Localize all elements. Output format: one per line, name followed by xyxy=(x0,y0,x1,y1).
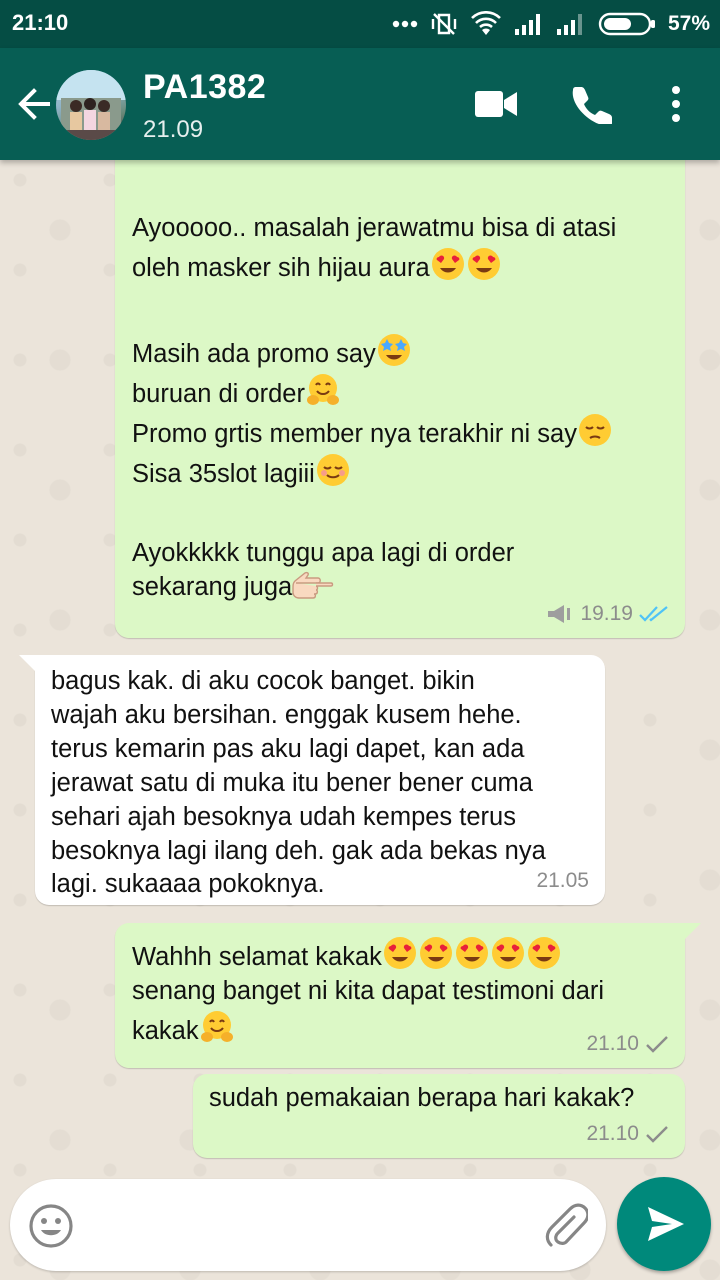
message-time: 21.10 xyxy=(586,1032,639,1056)
heart-eyes-emoji-icon xyxy=(431,247,464,280)
message-line: sehari ajah besoknya udah kempes terus xyxy=(51,802,516,831)
message-line: sudah pemakaian berapa hari kakak? xyxy=(209,1084,635,1112)
pointing-right-emoji-icon xyxy=(292,572,334,600)
relieved-emoji-icon xyxy=(316,453,349,486)
message-meta: 21.10 xyxy=(586,1030,669,1058)
message-meta: 19.19 xyxy=(546,600,669,628)
heart-eyes-emoji-icon xyxy=(491,937,524,969)
message-bubble-outgoing[interactable]: Ayooooo.. masalah jerawatmu bisa di atas… xyxy=(115,150,685,638)
arrow-back-icon[interactable] xyxy=(14,84,54,124)
message-line: Ayokkkkk tunggu apa lagi di order xyxy=(132,539,515,568)
broadcast-icon xyxy=(548,605,571,624)
message-time: 19.19 xyxy=(580,602,633,626)
message-line-text: kakak xyxy=(132,1016,199,1045)
video-call-icon[interactable] xyxy=(474,88,518,120)
bubble-tail xyxy=(19,655,37,673)
hugging-emoji-icon xyxy=(200,1010,233,1042)
message-line-text: Wahhh selamat kakak xyxy=(132,943,382,971)
message-line: terus kemarin pas aku lagi dapet, kan ad… xyxy=(51,734,525,763)
message-line-text: sekarang juga xyxy=(132,573,293,602)
signal-icon xyxy=(514,14,540,35)
star-struck-emoji-icon xyxy=(377,333,410,366)
message-line: jerawat satu di muka itu bener bener cum… xyxy=(51,768,533,797)
message-meta: 21.10 xyxy=(586,1120,669,1148)
message-line-with-emoji: Promo grtis member nya terakhir ni say xyxy=(132,412,616,452)
message-input[interactable] xyxy=(10,1179,606,1271)
message-text: bagus kak. di aku cocok banget. bikin wa… xyxy=(51,665,546,902)
heart-eyes-emoji-icon xyxy=(383,937,416,969)
status-icons: 57% xyxy=(392,10,710,38)
message-bubble-outgoing[interactable]: sudah pemakaian berapa hari kakak? 21.10 xyxy=(193,1074,685,1158)
message-line-text: Masih ada promo say xyxy=(132,339,376,368)
status-time: 21:10 xyxy=(12,10,69,35)
signal-icon-2 xyxy=(556,14,582,35)
message-line: bagus kak. di aku cocok banget. bikin xyxy=(51,667,475,695)
message-line-text: buruan di order xyxy=(132,379,305,408)
message-line-with-emoji: kakak xyxy=(132,1009,604,1049)
single-check-icon xyxy=(646,1126,668,1143)
message-line: wajah aku bersihan. enggak kusem hehe. xyxy=(51,700,522,729)
message-line-with-emoji: Wahhh selamat kakak xyxy=(132,935,604,975)
bubble-tail xyxy=(683,923,701,941)
more-notifications-icon xyxy=(392,20,418,28)
hugging-emoji-icon xyxy=(306,373,339,405)
more-vert-icon[interactable] xyxy=(664,84,688,124)
message-line-text: Promo grtis member nya terakhir ni say xyxy=(132,419,577,448)
message-line: besoknya lagi ilang deh. gak ada bekas n… xyxy=(51,836,546,865)
vibrate-off-icon xyxy=(431,13,457,35)
message-line-with-emoji: oleh masker sih hijau aura xyxy=(132,246,616,286)
avatar[interactable] xyxy=(56,70,126,140)
message-bubble-incoming[interactable]: bagus kak. di aku cocok banget. bikin wa… xyxy=(19,655,605,905)
message-line-with-emoji: Sisa 35slot lagiii xyxy=(132,452,616,492)
message-time: 21.10 xyxy=(586,1122,639,1146)
message-line-with-emoji: buruan di order xyxy=(132,372,616,412)
chat-header: PA1382 21.09 xyxy=(0,48,720,160)
contact-name[interactable]: PA1382 xyxy=(143,68,266,107)
avatar-photo xyxy=(56,70,126,140)
paperclip-icon[interactable] xyxy=(544,1201,588,1249)
message-text: Wahhh selamat kakak senang banget ni kit… xyxy=(132,935,604,1049)
message-line: lagi. sukaaaa pokoknya. xyxy=(51,870,325,899)
message-line: senang banget ni kita dapat testimoni da… xyxy=(132,976,605,1005)
message-line-text: Sisa 35slot lagiii xyxy=(132,459,315,488)
message-line: Ayooooo.. masalah jerawatmu bisa di atas… xyxy=(132,214,617,242)
last-seen: 21.09 xyxy=(143,116,204,143)
send-icon xyxy=(648,1207,684,1241)
message-text: sudah pemakaian berapa hari kakak? xyxy=(209,1082,634,1116)
send-button[interactable] xyxy=(617,1177,711,1271)
message-meta: 21.05 xyxy=(536,867,589,895)
status-bar: 21:10 57% xyxy=(0,0,720,48)
message-line-text: oleh masker sih hijau aura xyxy=(132,253,430,282)
message-bubble-outgoing[interactable]: Wahhh selamat kakak senang banget ni kit… xyxy=(115,923,701,1068)
heart-eyes-emoji-icon xyxy=(455,937,488,969)
single-check-icon xyxy=(646,1036,668,1053)
message-text: Ayooooo.. masalah jerawatmu bisa di atas… xyxy=(132,212,616,605)
wifi-icon xyxy=(471,11,501,35)
pensive-emoji-icon xyxy=(578,413,611,446)
message-time: 21.05 xyxy=(536,869,589,893)
heart-eyes-emoji-icon xyxy=(527,937,560,969)
heart-eyes-emoji-icon xyxy=(419,937,452,969)
heart-eyes-emoji-icon xyxy=(467,247,500,280)
emoji-icon[interactable] xyxy=(28,1203,74,1249)
phone-icon[interactable] xyxy=(572,84,612,124)
message-line-with-emoji: Masih ada promo say xyxy=(132,332,616,372)
battery-icon xyxy=(598,12,655,36)
battery-percent: 57% xyxy=(667,12,710,35)
message-line-with-emoji: sekarang juga xyxy=(132,571,616,605)
double-check-read-icon xyxy=(639,606,668,622)
